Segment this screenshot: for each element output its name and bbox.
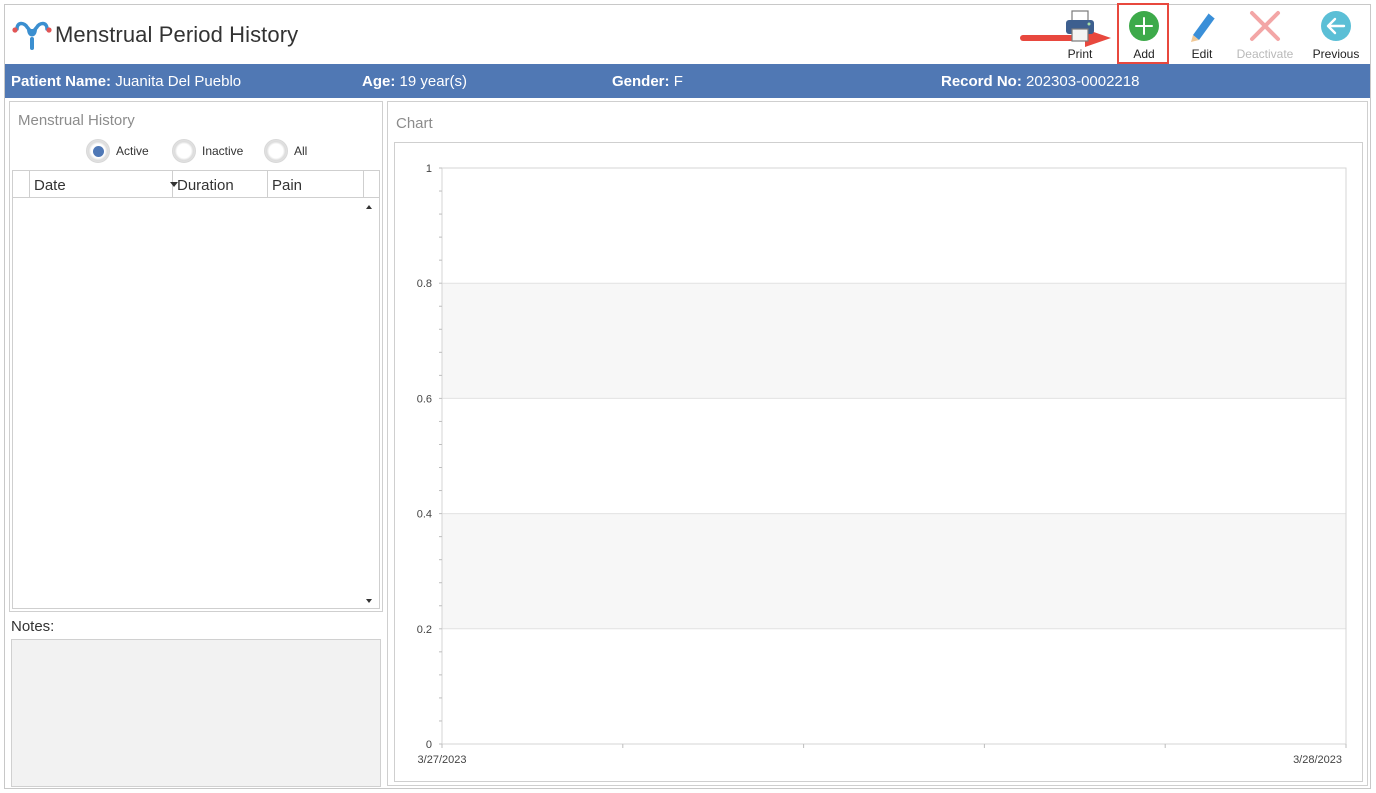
patient-gender-value: F — [673, 73, 683, 90]
patient-name: Patient Name: Juanita Del Pueblo — [11, 73, 241, 90]
patient-gender-label: Gender: — [612, 73, 670, 90]
radio-indicator — [264, 139, 288, 163]
previous-button[interactable]: Previous — [1305, 7, 1367, 63]
app-window: Menstrual Period History Print Add Edit … — [4, 3, 1371, 789]
patient-age-value: 19 year(s) — [399, 73, 468, 90]
chart-x-tick-label: 3/27/2023 — [418, 754, 467, 766]
filter-active-radio[interactable]: Active — [86, 139, 162, 163]
chart-plot: 0 0.2 0.4 0.6 0.8 1 3/27/2023 3/28/2023 — [417, 163, 1347, 766]
history-panel: Menstrual History Active Inactive All Da… — [9, 101, 383, 787]
patient-gender: Gender: F — [612, 73, 683, 90]
add-highlight-box — [1117, 3, 1169, 64]
table-header: Date Duration Pain — [13, 171, 379, 198]
edit-button[interactable]: Edit — [1179, 7, 1225, 63]
filter-active-label: Active — [116, 144, 149, 158]
filter-all-label: All — [294, 144, 308, 158]
column-pain-label: Pain — [272, 177, 303, 194]
notes-textarea[interactable] — [11, 639, 381, 787]
arrow-left-icon — [1321, 11, 1351, 41]
printer-icon — [1066, 10, 1094, 42]
patient-record-value: 202303-0002218 — [1026, 73, 1140, 90]
patient-name-label: Patient Name: — [11, 73, 112, 90]
column-date-label: Date — [34, 177, 66, 194]
chart-y-tick-label: 0.2 — [417, 624, 432, 636]
patient-record: Record No: 202303-0002218 — [941, 73, 1139, 90]
chart-frame: 0 0.2 0.4 0.6 0.8 1 3/27/2023 3/28/2023 — [394, 142, 1363, 782]
chart-y-tick-label: 0.6 — [417, 393, 432, 405]
pencil-icon — [1191, 12, 1216, 42]
chart-title: Chart — [396, 115, 433, 132]
filter-inactive-label: Inactive — [202, 144, 244, 158]
menstrual-history-box: Menstrual History Active Inactive All Da… — [9, 101, 383, 612]
patient-record-label: Record No: — [941, 73, 1022, 90]
row-indicator-header — [13, 171, 30, 197]
chart-panel: Chart 0 0.2 0.4 0.6 0.8 1 3/27/2023 3/28/2023 — [387, 101, 1368, 786]
history-table: Date Duration Pain — [12, 170, 380, 609]
patient-info-bar: Patient Name: Juanita Del Pueblo Age: 19… — [5, 64, 1370, 98]
radio-selected-indicator — [86, 139, 110, 163]
previous-label: Previous — [1312, 47, 1360, 61]
print-button[interactable]: Print — [1057, 7, 1103, 63]
radio-indicator — [172, 139, 196, 163]
chart-plot-border — [441, 167, 1347, 745]
chart-y-tick-label: 0.4 — [417, 509, 432, 521]
deactivate-button[interactable]: Deactivate — [1233, 7, 1297, 63]
chart-band — [442, 283, 1346, 399]
patient-name-value: Juanita Del Pueblo — [115, 73, 242, 90]
history-title: Menstrual History — [18, 112, 135, 129]
filter-all-radio[interactable]: All — [264, 139, 324, 163]
scroll-up-icon[interactable] — [366, 205, 372, 209]
title-bar: Menstrual Period History Print Add Edit … — [5, 3, 1370, 64]
chart-y-tick-label: 0 — [426, 739, 432, 751]
column-header-date[interactable]: Date — [30, 171, 178, 197]
filter-inactive-radio[interactable]: Inactive — [172, 139, 256, 163]
print-label: Print — [1067, 47, 1093, 61]
column-header-pain[interactable]: Pain — [268, 171, 364, 197]
chart-x-tick-label: 3/28/2023 — [1293, 754, 1342, 766]
chart-band — [442, 513, 1346, 629]
chart-y-tick-label: 1 — [426, 163, 432, 175]
patient-age-label: Age: — [362, 73, 396, 90]
edit-label: Edit — [1191, 47, 1213, 61]
chart-y-tick-label: 0.8 — [417, 278, 432, 290]
uterus-icon — [12, 21, 52, 50]
page-title: Menstrual Period History — [55, 22, 299, 47]
close-icon — [1250, 11, 1280, 41]
deactivate-label: Deactivate — [1236, 47, 1294, 61]
patient-age: Age: 19 year(s) — [362, 73, 467, 90]
column-duration-label: Duration — [177, 177, 234, 194]
table-scrollbar[interactable] — [362, 198, 379, 608]
notes-label: Notes: — [11, 618, 55, 635]
scroll-down-icon[interactable] — [366, 599, 372, 603]
column-header-duration[interactable]: Duration — [173, 171, 268, 197]
